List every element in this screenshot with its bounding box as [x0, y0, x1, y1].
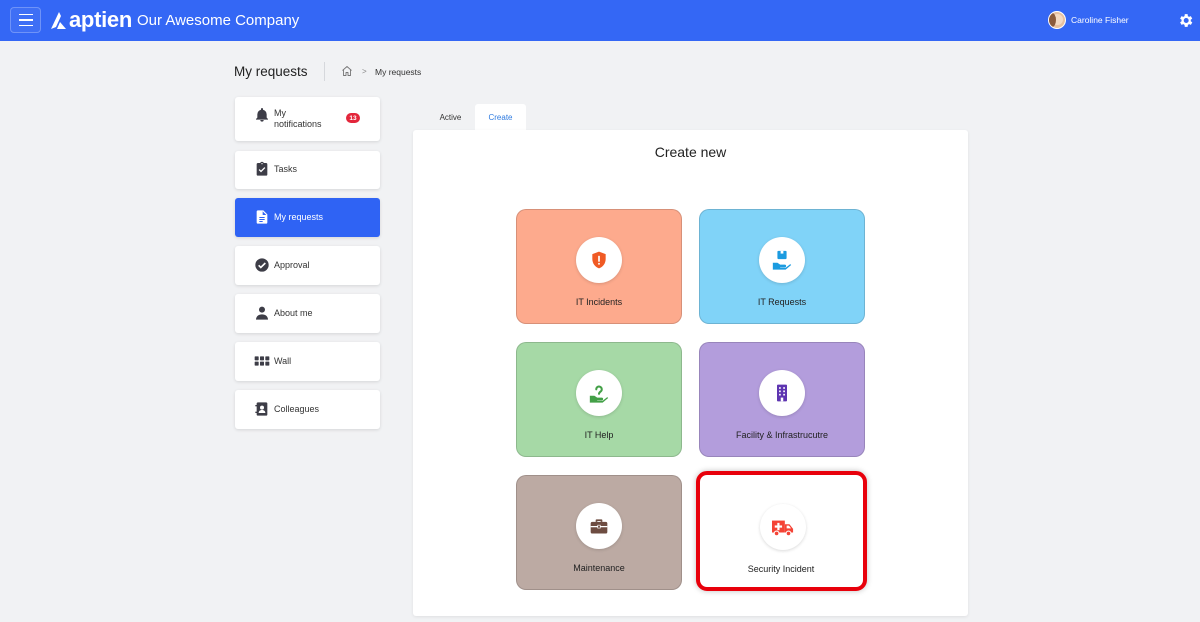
- card-label: Facility & Infrastrucutre: [735, 430, 829, 440]
- top-bar: aptien Our Awesome Company Caroline Fish…: [0, 0, 1200, 41]
- card-label: IT Help: [584, 430, 614, 440]
- grid-icon: [254, 356, 270, 366]
- breadcrumb-separator: >: [362, 67, 367, 76]
- hand-help-icon: [589, 385, 609, 403]
- bell-icon: [256, 108, 268, 122]
- aptien-logo[interactable]: aptien: [50, 7, 132, 32]
- briefcase-icon: [590, 519, 608, 534]
- sidebar-item-label: Wall: [274, 356, 292, 366]
- create-new-panel: Create new: [413, 130, 968, 616]
- avatar: [1048, 11, 1066, 29]
- menu-line: [18, 24, 33, 27]
- sidebar-item-tasks[interactable]: Tasks: [235, 151, 380, 189]
- card-icon-circle: [760, 504, 806, 550]
- card-it-incidents[interactable]: IT Incidents: [516, 209, 682, 324]
- tab-active[interactable]: Active: [428, 104, 473, 131]
- clipboard-check-icon: [256, 161, 268, 176]
- ambulance-icon: [772, 520, 794, 537]
- card-maintenance[interactable]: Maintenance: [516, 475, 682, 590]
- card-icon-circle: [576, 503, 622, 549]
- card-icon-circle: [759, 237, 805, 283]
- hamburger-menu-button[interactable]: [10, 7, 41, 33]
- company-name: Our Awesome Company: [137, 12, 300, 29]
- card-it-requests[interactable]: IT Requests: [699, 209, 865, 324]
- gear-icon[interactable]: [1177, 12, 1194, 29]
- card-label: IT Incidents: [575, 297, 623, 307]
- sidebar-item-label: Tasks: [274, 164, 298, 174]
- menu-line: [18, 13, 33, 16]
- shield-alert-icon: [592, 251, 606, 269]
- notification-count-badge: 13: [346, 113, 360, 123]
- person-icon: [256, 306, 268, 320]
- building-icon: [777, 384, 787, 402]
- user-menu[interactable]: Caroline Fisher: [1048, 11, 1129, 29]
- sidebar-item-approval[interactable]: Approval: [235, 246, 380, 285]
- card-it-help[interactable]: IT Help: [516, 342, 682, 457]
- hand-box-icon: [772, 250, 792, 270]
- document-icon: [256, 210, 268, 224]
- sidebar-item-label: About me: [274, 308, 313, 318]
- breadcrumb-current: My requests: [375, 67, 422, 77]
- page-title: My requests: [234, 64, 308, 79]
- logo-mark-icon: [51, 12, 66, 29]
- card-icon-circle: [759, 370, 805, 416]
- sidebar-item-my-requests[interactable]: My requests: [235, 198, 380, 237]
- contact-book-icon: [255, 402, 268, 416]
- sidebar-item-wall[interactable]: Wall: [235, 342, 380, 381]
- logo-text: aptien: [69, 7, 132, 32]
- card-security-incident[interactable]: Security Incident: [699, 475, 865, 590]
- card-label: Security Incident: [747, 564, 815, 574]
- sidebar-item-label: My requests: [274, 212, 324, 222]
- sidebar-item-about-me[interactable]: About me: [235, 294, 380, 333]
- home-icon[interactable]: [341, 65, 353, 77]
- card-icon-circle: [576, 237, 622, 283]
- header-divider: [324, 62, 325, 81]
- sidebar-item-label: Approval: [274, 260, 310, 270]
- card-label: Maintenance: [573, 563, 625, 573]
- card-label: IT Requests: [757, 297, 807, 307]
- card-icon-circle: [576, 370, 622, 416]
- panel-title: Create new: [654, 144, 727, 160]
- card-facility-infrastructure[interactable]: Facility & Infrastrucutre: [699, 342, 865, 457]
- check-circle-icon: [255, 258, 269, 272]
- sidebar-item-colleagues[interactable]: Colleagues: [235, 390, 380, 429]
- sidebar-item-label: My notifications: [274, 108, 322, 129]
- menu-line: [18, 19, 33, 21]
- user-name: Caroline Fisher: [1071, 15, 1129, 25]
- sidebar-item-label: Colleagues: [274, 404, 320, 414]
- tab-create[interactable]: Create: [475, 104, 526, 131]
